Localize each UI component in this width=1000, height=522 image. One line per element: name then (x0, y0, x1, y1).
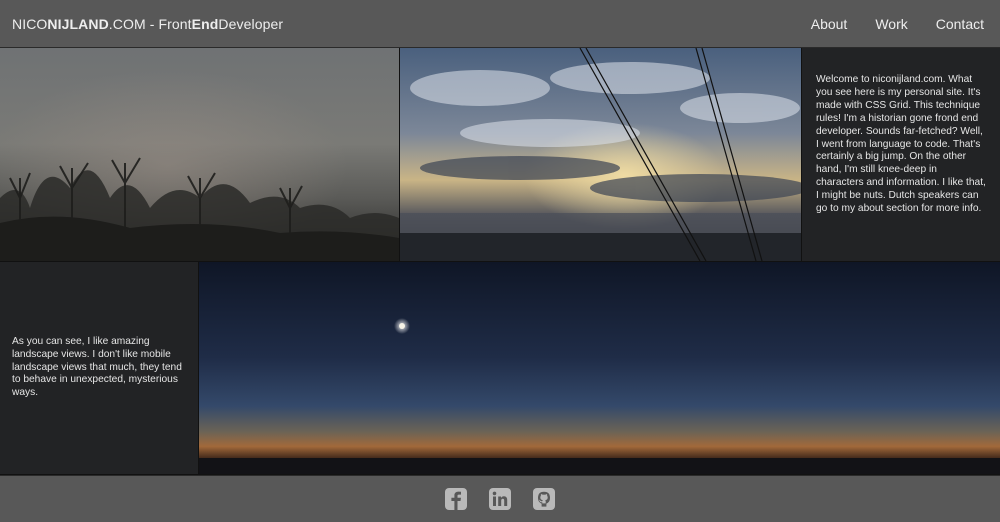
github-icon[interactable] (533, 488, 555, 510)
linkedin-icon[interactable] (489, 488, 511, 510)
brand-bold: NIJLAND (47, 16, 109, 32)
brand-prefix: NICO (12, 16, 48, 32)
intro-text: Welcome to niconijland.com. What you see… (816, 74, 986, 215)
nav-about-link[interactable]: About (811, 16, 848, 32)
site-header: NICONIJLAND.COM - FrontEndDeveloper Abou… (0, 0, 1000, 48)
main-nav: About Work Contact (811, 16, 984, 32)
brand-end: End (191, 16, 219, 32)
brand-tail: Developer (218, 16, 284, 32)
nav-contact-link[interactable]: Contact (936, 16, 984, 32)
site-footer (0, 475, 1000, 522)
aside-text: As you can see, I like amazing landscape… (12, 335, 182, 399)
aside-panel: As you can see, I like amazing landscape… (0, 262, 198, 474)
nav-work-link[interactable]: Work (875, 16, 907, 32)
site-brand[interactable]: NICONIJLAND.COM - FrontEndDeveloper (12, 16, 283, 32)
cloudy-sky-powerlines-photo (400, 48, 801, 261)
facebook-icon[interactable] (445, 488, 467, 510)
brand-suffix: .COM - Front (108, 16, 192, 32)
dusk-moon-horizon-photo (199, 262, 1000, 474)
intro-panel: Welcome to niconijland.com. What you see… (802, 48, 1000, 261)
foggy-trees-photo (0, 48, 399, 261)
